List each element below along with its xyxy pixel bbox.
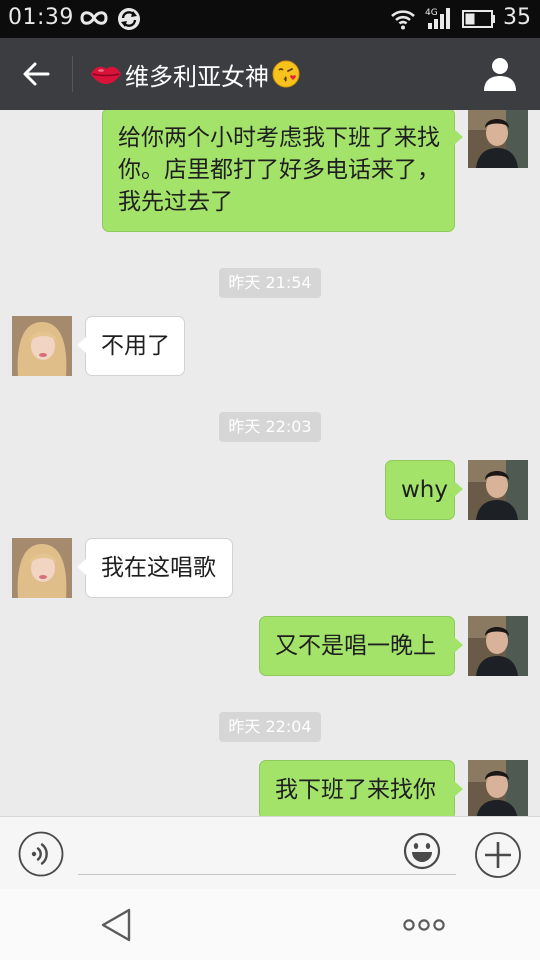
avatar-contact-photo bbox=[12, 316, 72, 376]
avatar-me[interactable] bbox=[468, 110, 528, 168]
message-text: why bbox=[401, 477, 448, 503]
message-text: 不用了 bbox=[101, 333, 170, 359]
avatar-contact[interactable] bbox=[12, 316, 72, 376]
avatar-me[interactable] bbox=[468, 760, 528, 816]
kiss-emoji-icon bbox=[272, 60, 300, 88]
overflow-menu-icon[interactable] bbox=[402, 915, 446, 935]
wifi-icon bbox=[391, 10, 415, 30]
status-bar: 01:39 4G 35 bbox=[0, 0, 540, 38]
message-bubble-outgoing[interactable]: 给你两个小时考虑我下班了来找你。店里都打了好多电话来了，我先过去了 bbox=[102, 110, 463, 232]
avatar-me-photo bbox=[468, 760, 528, 816]
chat-header: 维多利亚女神 bbox=[0, 38, 540, 110]
svg-text:4G: 4G bbox=[425, 8, 438, 18]
battery-icon bbox=[462, 10, 495, 28]
chat-messages[interactable]: 给你两个小时考虑我下班了来找你。店里都打了好多电话来了，我先过去了 昨天 21:… bbox=[0, 110, 540, 816]
message-input[interactable] bbox=[78, 837, 456, 875]
profile-icon[interactable] bbox=[480, 54, 520, 94]
sync-icon bbox=[118, 8, 140, 30]
avatar-me[interactable] bbox=[468, 616, 528, 676]
back-button[interactable] bbox=[0, 38, 72, 110]
avatar-me-photo bbox=[468, 460, 528, 520]
message-bubble-outgoing[interactable]: 我下班了来找你 bbox=[259, 760, 463, 816]
message-text: 给你两个小时考虑我下班了来找你。店里都打了好多电话来了，我先过去了 bbox=[118, 125, 440, 215]
timestamp: 昨天 22:03 bbox=[219, 412, 321, 442]
emoji-icon[interactable] bbox=[402, 831, 442, 871]
avatar-me[interactable] bbox=[468, 460, 528, 520]
message-text: 又不是唱一晚上 bbox=[275, 633, 436, 659]
avatar-contact-photo bbox=[12, 538, 72, 598]
avatar-contact[interactable] bbox=[12, 538, 72, 598]
timestamp: 昨天 22:04 bbox=[219, 712, 321, 742]
4g-signal-icon: 4G bbox=[425, 8, 450, 29]
avatar-me-photo bbox=[468, 110, 528, 168]
plus-icon[interactable] bbox=[474, 831, 522, 879]
avatar-me-photo bbox=[468, 616, 528, 676]
message-bubble-incoming[interactable]: 我在这唱歌 bbox=[77, 538, 233, 598]
message-input-bar bbox=[0, 816, 540, 889]
message-text: 我在这唱歌 bbox=[101, 555, 216, 581]
lips-icon bbox=[91, 66, 121, 84]
message-text: 我下班了来找你 bbox=[275, 777, 436, 803]
chat-title-group: 维多利亚女神 bbox=[90, 56, 301, 92]
timestamp: 昨天 21:54 bbox=[219, 268, 321, 298]
message-bubble-incoming[interactable]: 不用了 bbox=[77, 316, 185, 376]
infinity-icon bbox=[80, 11, 108, 25]
header-divider bbox=[72, 56, 73, 92]
system-nav-bar bbox=[0, 889, 540, 960]
message-bubble-outgoing[interactable]: 又不是唱一晚上 bbox=[259, 616, 463, 676]
message-bubble-outgoing[interactable]: why bbox=[385, 460, 463, 520]
chat-title: 维多利亚女神 bbox=[125, 62, 269, 91]
nav-back-icon[interactable] bbox=[98, 907, 134, 943]
back-arrow-icon bbox=[23, 62, 50, 86]
battery-percent: 35 bbox=[503, 5, 531, 30]
voice-icon[interactable] bbox=[18, 831, 64, 877]
status-time: 01:39 bbox=[8, 5, 74, 30]
